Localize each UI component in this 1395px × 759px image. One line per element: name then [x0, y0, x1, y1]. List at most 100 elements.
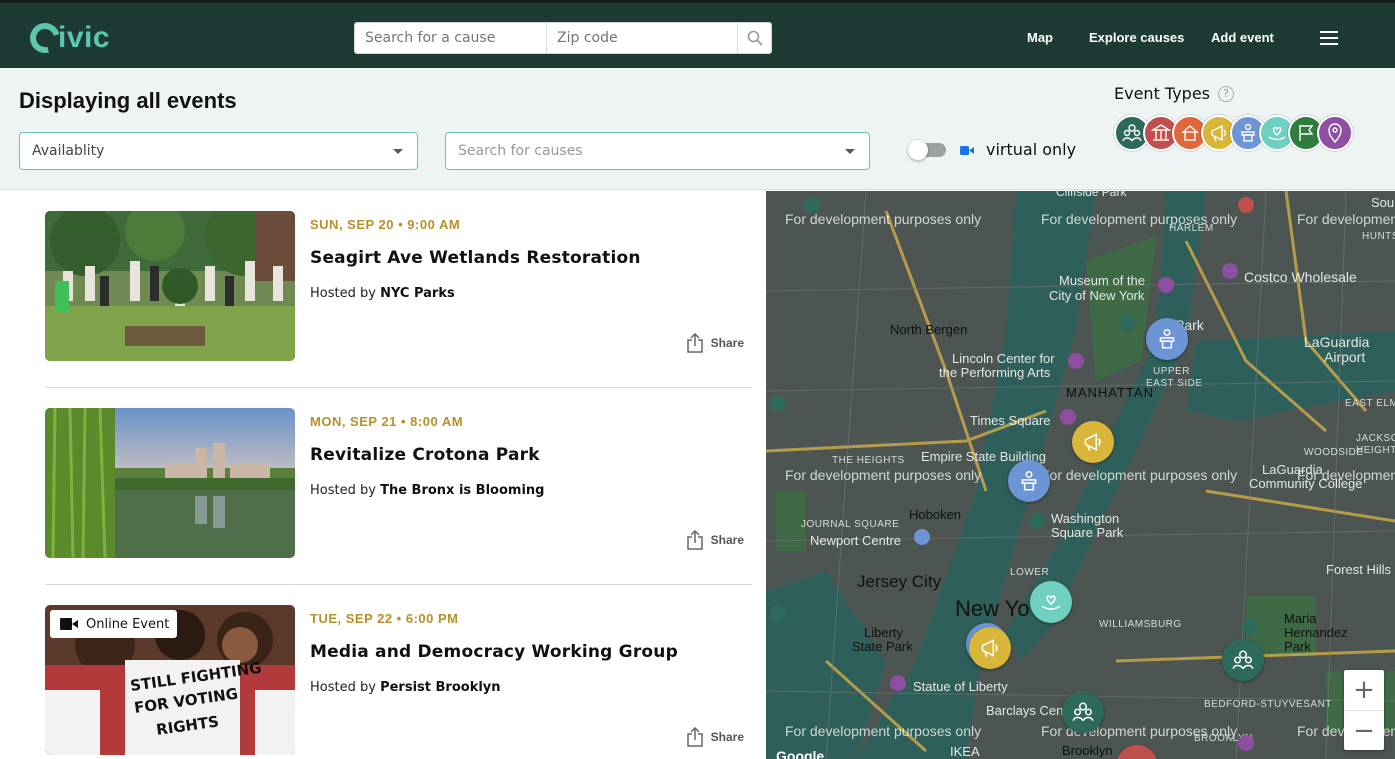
share-label: Share — [710, 336, 744, 350]
map-place-label: Barclays Cen — [986, 703, 1064, 718]
google-logo: Google — [776, 748, 825, 759]
share-icon — [686, 727, 703, 747]
map-pin-podium-icon[interactable] — [1008, 460, 1050, 502]
virtual-only-toggle[interactable] — [908, 140, 946, 160]
park-poi-icon[interactable] — [804, 197, 820, 213]
page-title: Displaying all events — [19, 88, 237, 113]
map-place-label: WOODSIDE — [1304, 447, 1364, 458]
map-place-label: the Performing Arts — [939, 365, 1051, 380]
zoom-in-button[interactable]: + — [1344, 670, 1384, 710]
map-place-label: LaGuardia — [1262, 462, 1323, 477]
nav-add-event-link[interactable]: Add event — [1211, 30, 1274, 45]
map-pin-megaphone-icon[interactable] — [1072, 421, 1114, 463]
event-host: Hosted by The Bronx is Blooming — [310, 483, 545, 498]
nav-explore-causes-link[interactable]: Explore causes — [1089, 30, 1184, 45]
location-icon[interactable] — [1317, 115, 1353, 151]
map-place-label: WILLIAMSBURG — [1099, 619, 1182, 630]
toggle-knob[interactable] — [908, 140, 928, 160]
nav-map-link[interactable]: Map — [1027, 30, 1053, 45]
museum-poi-icon[interactable] — [1158, 277, 1174, 293]
video-camera-icon — [960, 146, 974, 155]
map-place-label: Brooklyn — [1062, 743, 1113, 758]
causes-select[interactable]: Search for causes — [445, 132, 870, 170]
share-button[interactable]: Share — [686, 333, 744, 353]
map-place-label: Maria — [1284, 611, 1317, 626]
transit-poi-icon[interactable] — [914, 529, 930, 545]
map-place-label: MANHATTAN — [1066, 385, 1154, 400]
event-card[interactable]: Online Event STILL FIGHTING FOR VOTING R… — [45, 585, 752, 759]
event-title[interactable]: Revitalize Crotona Park — [310, 445, 540, 465]
top-navbar: ivic Map Explore causes Add event — [0, 0, 1395, 68]
event-thumbnail[interactable] — [45, 211, 295, 361]
event-card[interactable]: SUN, SEP 20 • 9:00 AM Seagirt Ave Wetlan… — [45, 191, 752, 388]
museum-poi-icon[interactable] — [1238, 735, 1254, 751]
map-place-label: City of New York — [1049, 288, 1145, 303]
host-name[interactable]: NYC Parks — [380, 286, 455, 301]
event-host: Hosted by NYC Parks — [310, 286, 455, 301]
map-place-label: Museum of the — [1059, 273, 1145, 288]
event-list: SUN, SEP 20 • 9:00 AM Seagirt Ave Wetlan… — [0, 191, 766, 759]
map-place-label: Cliffside Park — [1056, 191, 1127, 199]
zoom-out-button[interactable]: − — [1344, 710, 1384, 750]
map-place-label: LOWER — [1010, 567, 1050, 578]
map-pin-podium-icon[interactable] — [1146, 318, 1188, 360]
map-place-label: Costco Wholesale — [1244, 269, 1357, 285]
map-place-label: Forest Hills — [1326, 562, 1392, 577]
map-place-label: UPPER — [1153, 366, 1190, 377]
park-poi-icon[interactable] — [1030, 513, 1046, 529]
filter-bar: Displaying all events Availablity Search… — [0, 68, 1395, 190]
venue-poi-icon[interactable] — [1068, 353, 1084, 369]
map-pin-community-icon[interactable] — [1222, 639, 1264, 681]
map-place-label: LaGuardia — [1304, 334, 1370, 350]
event-card[interactable]: MON, SEP 21 • 8:00 AM Revitalize Crotona… — [45, 388, 752, 585]
map-place-label: HARLEM — [1169, 223, 1214, 234]
share-icon — [686, 530, 703, 550]
park-poi-icon[interactable] — [1242, 619, 1258, 635]
video-camera-icon — [60, 618, 78, 630]
map-pin-heart-hand-icon[interactable] — [1030, 581, 1072, 623]
venue-poi-icon[interactable] — [1060, 409, 1076, 425]
map-pin-megaphone-icon[interactable] — [969, 627, 1011, 669]
help-icon[interactable]: ? — [1218, 85, 1235, 102]
park-poi-icon[interactable] — [1120, 315, 1136, 331]
share-button[interactable]: Share — [686, 530, 744, 550]
hospital-poi-icon[interactable] — [1238, 197, 1254, 213]
share-label: Share — [710, 533, 744, 547]
map-place-label: Square Park — [1051, 525, 1124, 540]
share-button[interactable]: Share — [686, 727, 744, 747]
park-poi-icon[interactable] — [770, 395, 786, 411]
event-types-filter — [1114, 115, 1353, 153]
dev-notice: For development purposes only — [785, 467, 982, 483]
map-place-label: EAST SIDE — [1146, 378, 1203, 389]
event-title[interactable]: Media and Democracy Working Group — [310, 642, 678, 662]
landmark-poi-icon[interactable] — [890, 675, 906, 691]
park-poi-icon[interactable] — [770, 605, 786, 621]
map-place-label: IKEA — [950, 744, 980, 759]
search-icon — [747, 30, 763, 46]
event-title[interactable]: Seagirt Ave Wetlands Restoration — [310, 248, 641, 268]
events-map[interactable]: For development purposes only For develo… — [766, 191, 1395, 759]
host-name[interactable]: Persist Brooklyn — [380, 680, 500, 695]
map-place-label: BEDFORD-STUYVESANT — [1204, 699, 1332, 710]
virtual-only-label: virtual only — [986, 140, 1077, 159]
event-thumbnail[interactable]: Online Event STILL FIGHTING FOR VOTING R… — [45, 605, 295, 755]
dev-notice: For development purposes only — [1297, 211, 1395, 227]
search-button[interactable] — [737, 23, 771, 53]
map-zoom-controls: + − — [1344, 670, 1384, 750]
dev-notice: For development purposes only — [1041, 467, 1238, 483]
map-pin-community-icon[interactable] — [1062, 691, 1104, 733]
civic-logo[interactable]: ivic — [24, 17, 110, 59]
zip-code-input[interactable] — [547, 23, 737, 53]
cause-search-input[interactable] — [355, 23, 547, 53]
availability-select[interactable]: Availablity — [19, 132, 418, 170]
map-place-label: Liberty — [864, 625, 904, 640]
map-place-label: Statue of Liberty — [913, 679, 1008, 694]
share-icon — [686, 333, 703, 353]
shop-poi-icon[interactable] — [1222, 263, 1238, 279]
event-thumbnail[interactable] — [45, 408, 295, 558]
map-place-label: JOURNAL SQUARE — [801, 519, 900, 530]
hamburger-menu-icon[interactable] — [1320, 31, 1338, 45]
event-host: Hosted by Persist Brooklyn — [310, 680, 501, 695]
host-name[interactable]: The Bronx is Blooming — [380, 483, 544, 498]
map-place-label: State Park — [852, 639, 913, 654]
